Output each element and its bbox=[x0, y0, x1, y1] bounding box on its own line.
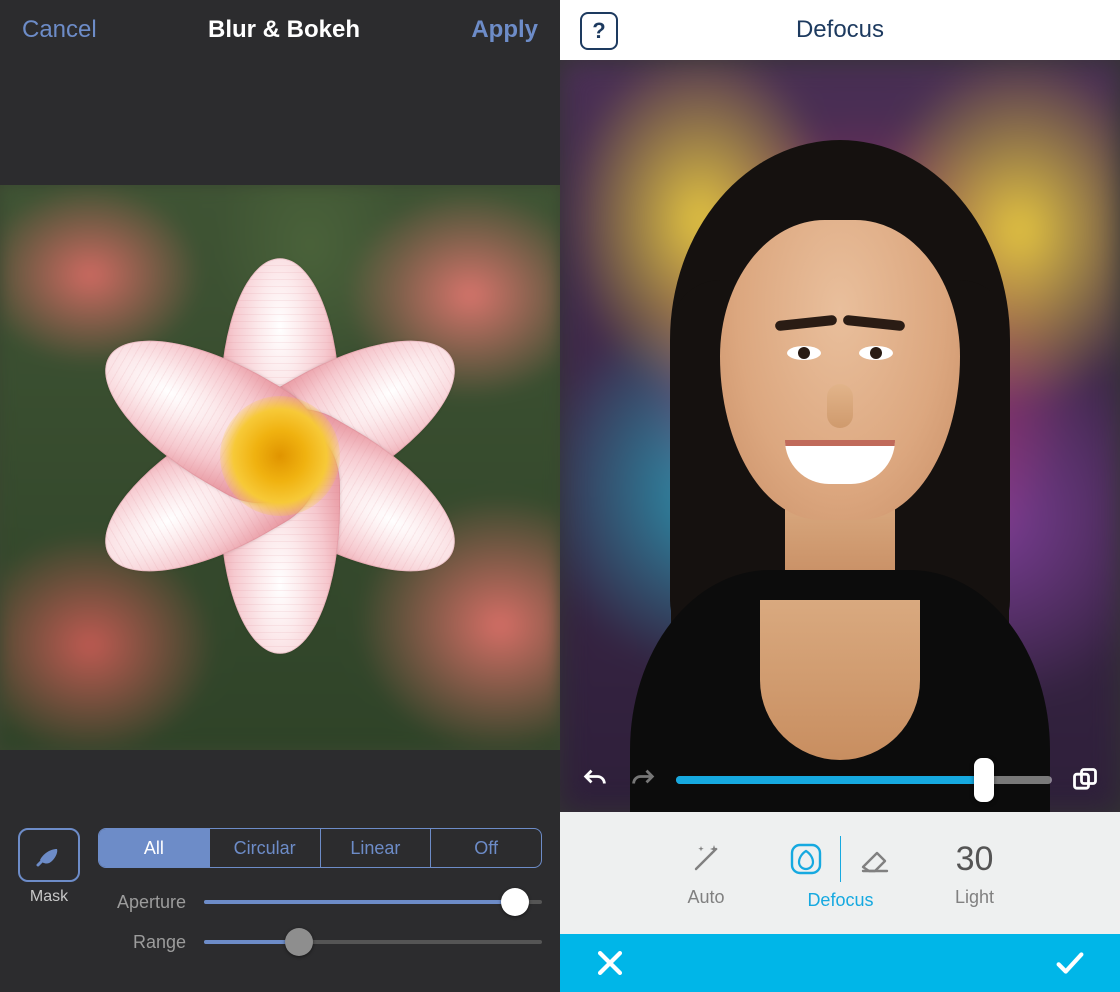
page-title: Defocus bbox=[796, 16, 884, 44]
eraser-icon bbox=[855, 839, 895, 879]
mask-button[interactable] bbox=[18, 828, 80, 882]
tool-auto-label: Auto bbox=[687, 887, 724, 908]
wand-icon bbox=[686, 839, 726, 879]
apply-button[interactable]: Apply bbox=[471, 16, 538, 44]
compare-button[interactable] bbox=[1070, 765, 1100, 795]
mask-block: Mask bbox=[18, 828, 80, 906]
right-header: ? Defocus bbox=[560, 0, 1120, 60]
tool-defocus[interactable]: Defocus bbox=[786, 836, 895, 911]
aperture-label: Aperture bbox=[98, 892, 186, 913]
cancel-button[interactable]: Cancel bbox=[22, 16, 97, 44]
overlay-bar bbox=[560, 748, 1120, 812]
segment-circular[interactable]: Circular bbox=[210, 829, 321, 867]
segment-off[interactable]: Off bbox=[431, 829, 541, 867]
light-value: 30 bbox=[956, 839, 994, 879]
tulip-flower bbox=[70, 246, 490, 666]
tool-auto[interactable]: Auto bbox=[686, 839, 726, 908]
tool-light[interactable]: 30 Light bbox=[955, 839, 994, 908]
close-button[interactable] bbox=[590, 943, 630, 983]
check-icon bbox=[1053, 946, 1087, 980]
segment-linear[interactable]: Linear bbox=[321, 829, 432, 867]
left-header: Cancel Blur & Bokeh Apply bbox=[0, 0, 560, 60]
photo-preview[interactable] bbox=[560, 60, 1120, 812]
aperture-row: Aperture bbox=[98, 882, 542, 922]
photo-preview[interactable] bbox=[0, 185, 560, 750]
left-canvas-area bbox=[0, 60, 560, 814]
intensity-slider[interactable] bbox=[676, 776, 1052, 784]
mask-icon bbox=[33, 839, 65, 871]
defocus-icon bbox=[786, 839, 826, 879]
portrait-subject bbox=[615, 100, 1065, 812]
range-slider[interactable] bbox=[204, 940, 542, 944]
divider bbox=[840, 836, 841, 882]
aperture-slider[interactable] bbox=[204, 900, 542, 904]
redo-icon bbox=[629, 766, 657, 794]
undo-button[interactable] bbox=[580, 765, 610, 795]
redo-button[interactable] bbox=[628, 765, 658, 795]
range-row: Range bbox=[98, 922, 542, 962]
segment-all[interactable]: All bbox=[99, 829, 210, 867]
help-button[interactable]: ? bbox=[580, 12, 618, 50]
left-app: Cancel Blur & Bokeh Apply Mask All bbox=[0, 0, 560, 992]
page-title: Blur & Bokeh bbox=[208, 16, 360, 44]
compare-icon bbox=[1071, 766, 1099, 794]
right-toolbar: Auto Defocus 30 Light bbox=[560, 812, 1120, 934]
bottom-bar bbox=[560, 934, 1120, 992]
tool-light-label: Light bbox=[955, 887, 994, 908]
right-column: All Circular Linear Off Aperture Range bbox=[98, 828, 542, 962]
mask-label: Mask bbox=[18, 888, 80, 906]
confirm-button[interactable] bbox=[1050, 943, 1090, 983]
close-icon bbox=[593, 946, 627, 980]
left-controls: Mask All Circular Linear Off Aperture bbox=[0, 814, 560, 992]
range-label: Range bbox=[98, 932, 186, 953]
right-app: ? Defocus bbox=[560, 0, 1120, 992]
tool-defocus-label: Defocus bbox=[807, 890, 873, 911]
undo-icon bbox=[581, 766, 609, 794]
blur-mode-segmented: All Circular Linear Off bbox=[98, 828, 542, 868]
